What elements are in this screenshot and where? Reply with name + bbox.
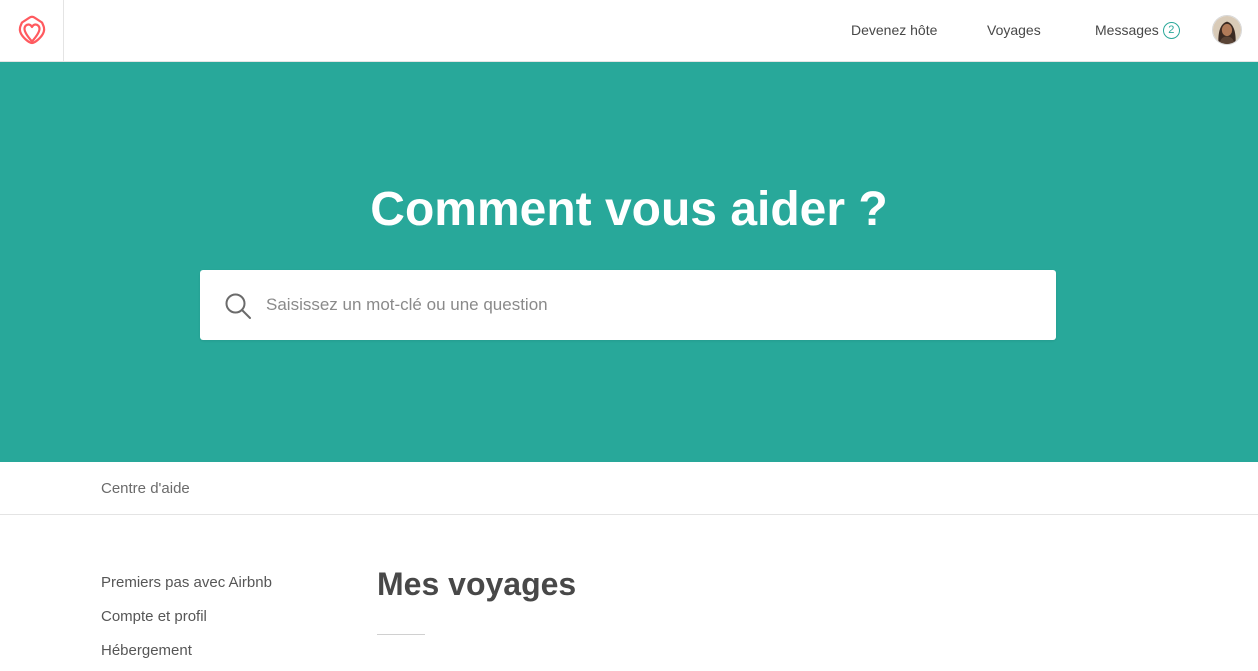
search-box[interactable] <box>200 270 1056 340</box>
messages-label: Messages <box>1095 22 1159 38</box>
page-title: Mes voyages <box>377 566 577 602</box>
messages-link[interactable]: Messages 2 <box>1095 0 1180 61</box>
airbnb-logo-icon <box>17 15 47 47</box>
sidebar-item-account-profile[interactable]: Compte et profil <box>101 600 272 634</box>
help-sidebar: Premiers pas avec Airbnb Compte et profi… <box>101 566 272 668</box>
hero-title: Comment vous aider ? <box>370 183 888 236</box>
breadcrumb-bar: Centre d'aide <box>0 462 1258 515</box>
top-navigation: Devenez hôte Voyages Messages 2 <box>0 0 1258 62</box>
become-host-link[interactable]: Devenez hôte <box>851 0 937 61</box>
trips-link[interactable]: Voyages <box>987 0 1041 61</box>
title-divider <box>377 634 425 635</box>
messages-count-badge: 2 <box>1162 21 1180 39</box>
sidebar-item-hosting[interactable]: Hébergement <box>101 634 272 668</box>
sidebar-item-getting-started[interactable]: Premiers pas avec Airbnb <box>101 566 272 600</box>
search-input[interactable] <box>266 270 1036 340</box>
breadcrumb-help-center[interactable]: Centre d'aide <box>101 462 190 515</box>
user-avatar[interactable] <box>1212 15 1242 45</box>
search-icon <box>224 292 252 320</box>
airbnb-logo-link[interactable] <box>0 0 64 61</box>
hero-section: Comment vous aider ? <box>0 62 1258 462</box>
